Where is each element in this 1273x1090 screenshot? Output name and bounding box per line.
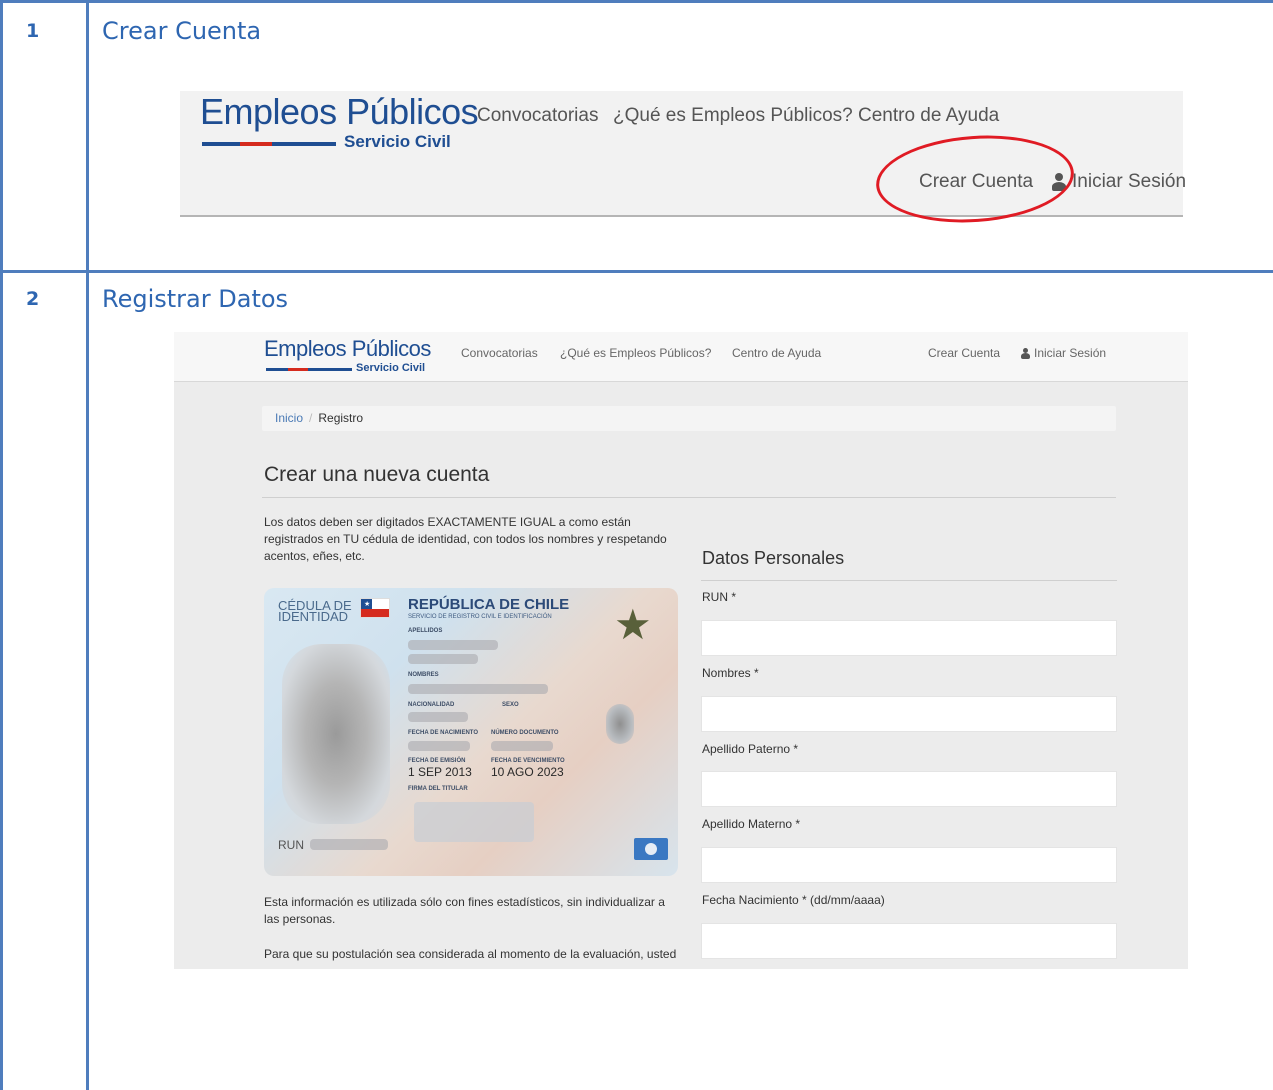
fecha-nacimiento-label: Fecha Nacimiento * (dd/mm/aaaa) [702, 893, 885, 907]
nav-que-es[interactable]: ¿Qué es Empleos Públicos? [560, 346, 711, 360]
card-photo-blurred [282, 644, 390, 824]
login-label: Iniciar Sesión [1072, 171, 1187, 192]
table-border-left [0, 0, 3, 1090]
logo-stripe-blue [266, 368, 288, 371]
breadcrumb-current: Registro [318, 411, 364, 425]
nav-convocatorias[interactable]: Convocatorias [461, 346, 538, 360]
logo-stripe-red [240, 142, 272, 146]
intro-text: Los datos deben ser digitados EXACTAMENT… [264, 515, 667, 563]
card-agency: SERVICIO DE REGISTRO CIVIL E IDENTIFICAC… [408, 614, 552, 620]
breadcrumb-home-link[interactable]: Inicio [275, 411, 303, 425]
logo-stripe-red [288, 368, 308, 371]
card-label-sexo: SEXO [502, 702, 519, 708]
apellido-materno-label: Apellido Materno * [702, 817, 801, 831]
step-title: Crear Cuenta [102, 17, 262, 45]
card-redacted-value [408, 712, 468, 722]
card-fecha-vencimiento: 10 AGO 2023 [491, 765, 564, 779]
card-doc-type: IDENTIDAD [278, 609, 349, 624]
page-title: Crear una nueva cuenta [264, 463, 490, 486]
form-heading: Datos Personales [702, 548, 845, 568]
card-label-apellidos: APELLIDOS [408, 628, 443, 634]
nav-convocatorias[interactable]: Convocatorias [477, 105, 598, 127]
screenshot-registration-page: Empleos Públicos Servicio Civil Convocat… [174, 332, 1188, 969]
table-border-middle [0, 270, 1273, 273]
apellido-paterno-label: Apellido Paterno * [702, 742, 799, 756]
login-link[interactable]: Iniciar Sesión [1021, 346, 1106, 360]
card-label-fecha-nacimiento: FECHA DE NACIMIENTO [408, 730, 479, 736]
card-redacted-value [408, 640, 498, 650]
nav-centro-ayuda[interactable]: Centro de Ayuda [732, 346, 821, 360]
logo-stripe-blue [272, 142, 336, 146]
card-label-run: RUN [278, 838, 304, 852]
evaluation-text: Para que su postulación sea considerada … [264, 947, 677, 961]
table-column-divider [86, 0, 89, 1090]
logo[interactable]: Empleos Públicos Servicio Civil [264, 336, 444, 378]
logo-stripe-blue [202, 142, 240, 146]
title-divider [262, 497, 1116, 498]
star-seal-icon: ★ [614, 601, 652, 648]
nav-centro-ayuda[interactable]: Centro de Ayuda [858, 105, 999, 127]
apellido-materno-input[interactable] [701, 847, 1117, 883]
nav-que-es[interactable]: ¿Qué es Empleos Públicos? [613, 105, 853, 127]
stats-text: Esta información es utilizada sólo con f… [264, 895, 665, 926]
card-label-numero-documento: NÚMERO DOCUMENTO [491, 730, 559, 736]
step-title: Registrar Datos [102, 285, 289, 313]
user-icon [1021, 348, 1030, 360]
run-label: RUN * [702, 590, 737, 604]
card-label-nacionalidad: NACIONALIDAD [408, 702, 455, 708]
create-account-link[interactable]: Crear Cuenta [928, 346, 1000, 360]
chip-icon [634, 838, 668, 860]
form-heading-divider [701, 580, 1117, 581]
card-label-fecha-vencimiento: FECHA DE VENCIMIENTO [491, 758, 565, 764]
card-label-nombres: NOMBRES [408, 672, 439, 678]
card-label-firma: FIRMA DEL TITULAR [408, 786, 468, 792]
breadcrumb-separator: / [309, 411, 313, 425]
logo-subtitle: Servicio Civil [356, 362, 426, 374]
step-number: 1 [26, 20, 40, 42]
logo[interactable]: Empleos Públicos Servicio Civil [200, 91, 479, 155]
card-redacted-value [408, 741, 470, 751]
site-header: Empleos Públicos Servicio Civil Convocat… [174, 332, 1188, 382]
table-border-top [0, 0, 1273, 3]
breadcrumb: Inicio / Registro [262, 406, 1116, 431]
card-redacted-value [491, 741, 553, 751]
card-redacted-signature [414, 802, 534, 842]
nombres-label: Nombres * [702, 666, 759, 680]
card-label-fecha-emision: FECHA DE EMISIÓN [408, 758, 466, 764]
card-redacted-value [310, 839, 388, 850]
run-input[interactable] [701, 620, 1117, 656]
fecha-nacimiento-input[interactable] [701, 923, 1117, 959]
logo-title: Empleos Públicos [264, 336, 431, 361]
apellido-paterno-input[interactable] [701, 771, 1117, 807]
logo-stripe-blue [308, 368, 352, 371]
card-redacted-value [408, 684, 548, 694]
card-fecha-emision: 1 SEP 2013 [408, 765, 472, 779]
id-card-image: CÉDULA DE IDENTIDAD ★ REPÚBLICA DE CHILE… [264, 588, 678, 876]
card-country: REPÚBLICA DE CHILE [408, 596, 570, 613]
nombres-input[interactable] [701, 696, 1117, 732]
logo-title: Empleos Públicos [200, 91, 479, 132]
card-ghost-photo [606, 704, 634, 744]
login-label: Iniciar Sesión [1034, 346, 1107, 360]
step-number: 2 [26, 288, 40, 310]
logo-subtitle: Servicio Civil [344, 132, 451, 151]
chile-flag-icon: ★ [360, 598, 390, 618]
card-redacted-value [408, 654, 478, 664]
